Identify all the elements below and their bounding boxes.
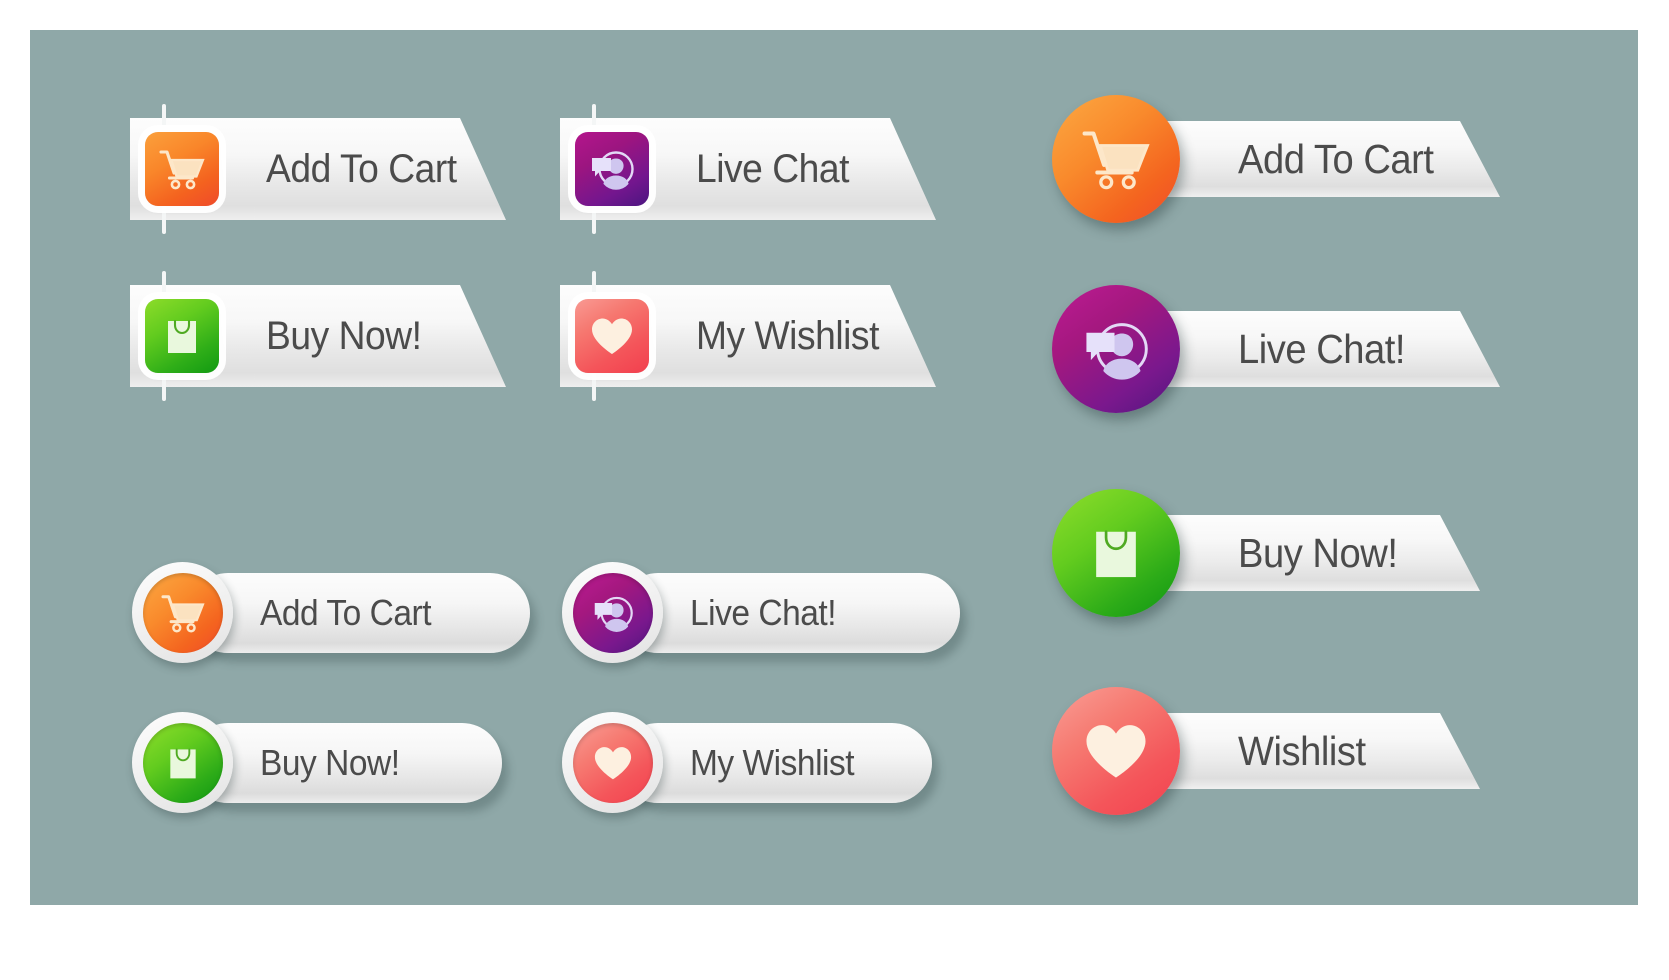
shopping-bag-icon [142, 722, 223, 803]
live-chat-circle-label: Live Chat! [1238, 326, 1406, 372]
add-to-cart-pill-button[interactable]: Add To Cart [132, 562, 530, 663]
live-chat-pill-label: Live Chat! [690, 592, 837, 633]
live-chat-icon [1052, 285, 1180, 413]
my-wishlist-banner-label: My Wishlist [696, 314, 879, 358]
live-chat-banner-label: Live Chat [696, 147, 849, 191]
wishlist-circle-label: Wishlist [1238, 728, 1366, 774]
heart-icon [575, 299, 649, 373]
add-to-cart-circle-button[interactable]: Add To Cart [1030, 88, 1500, 228]
add-to-cart-circle-label: Add To Cart [1238, 136, 1434, 182]
heart-icon-ring [562, 712, 663, 813]
heart-icon [572, 722, 653, 803]
shopping-bag-icon [1052, 489, 1180, 617]
my-wishlist-banner-button[interactable]: My Wishlist [546, 271, 936, 401]
shopping-cart-icon [142, 572, 223, 653]
bag-icon-ring [132, 712, 233, 813]
live-chat-banner-button[interactable]: Live Chat [546, 104, 936, 234]
shopping-bag-icon [145, 299, 219, 373]
buy-now-banner-label: Buy Now! [266, 314, 422, 358]
button-set-canvas: Add To Cart Live Chat Buy Now! My Wishli… [30, 30, 1638, 905]
heart-icon [1052, 687, 1180, 815]
live-chat-icon [575, 132, 649, 206]
chat-icon-ring [562, 562, 663, 663]
my-wishlist-pill-label: My Wishlist [690, 742, 855, 783]
shopping-cart-icon [145, 132, 219, 206]
live-chat-icon [572, 572, 653, 653]
buy-now-circle-button[interactable]: Buy Now! [1030, 482, 1480, 622]
my-wishlist-pill-button[interactable]: My Wishlist [562, 712, 932, 813]
wishlist-circle-button[interactable]: Wishlist [1030, 680, 1480, 820]
buy-now-banner-button[interactable]: Buy Now! [116, 271, 506, 401]
live-chat-circle-button[interactable]: Live Chat! [1030, 278, 1500, 418]
cart-icon-ring [132, 562, 233, 663]
add-to-cart-pill-label: Add To Cart [260, 592, 432, 633]
add-to-cart-banner-label: Add To Cart [266, 147, 457, 191]
buy-now-pill-label: Buy Now! [260, 742, 400, 783]
live-chat-pill-button[interactable]: Live Chat! [562, 562, 960, 663]
add-to-cart-banner-button[interactable]: Add To Cart [116, 104, 506, 234]
buy-now-circle-label: Buy Now! [1238, 530, 1398, 576]
buy-now-pill-button[interactable]: Buy Now! [132, 712, 502, 813]
shopping-cart-icon [1052, 95, 1180, 223]
